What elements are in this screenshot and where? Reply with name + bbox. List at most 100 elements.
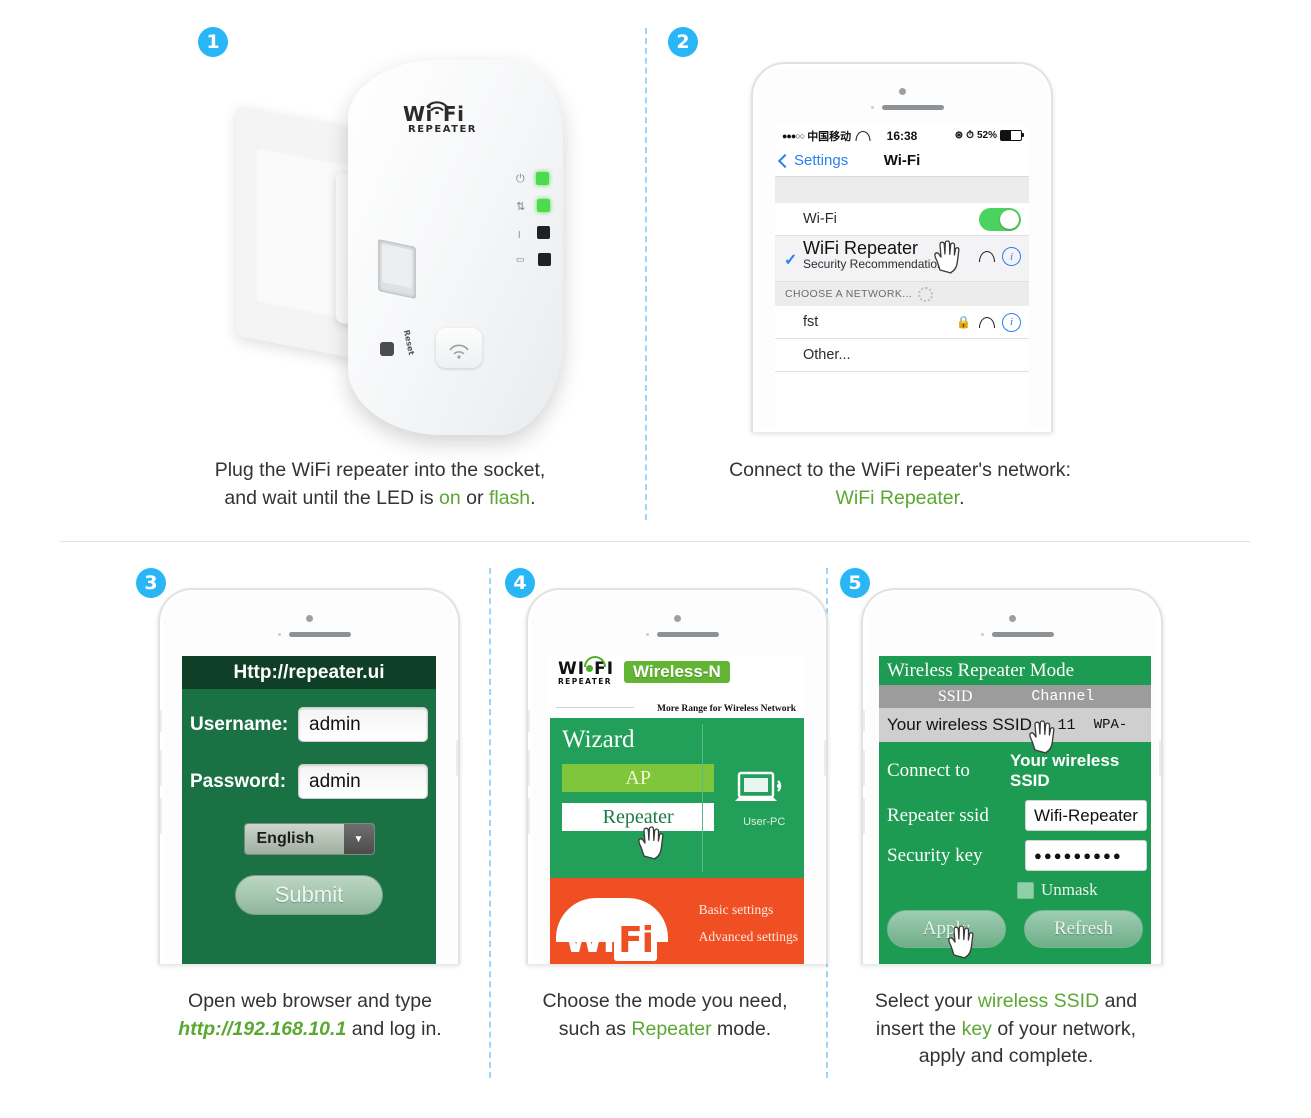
wizard-logo-wi: WI [558, 659, 586, 679]
username-label: Username: [190, 713, 289, 735]
device-brand-wifi: Wi Fi [403, 101, 464, 126]
caption-step-5-line-2: insert the key of your network, [836, 1016, 1176, 1044]
checkmark-icon: ✓ [784, 252, 798, 269]
network-row-fst[interactable]: fst 🔒 i [775, 306, 1029, 339]
caption-text-run: and [1099, 990, 1138, 1012]
network-wifi-icon [978, 251, 995, 262]
link-advanced-settings[interactable]: Advanced settings [699, 923, 798, 950]
connect-to-label: Connect to [887, 760, 970, 781]
wizard-logo-sub: REPEATER [558, 677, 612, 687]
mode-repeater-button[interactable]: Repeater [562, 803, 715, 831]
step-badge-5: 5 [840, 568, 870, 598]
alarm-icon: ⏱ [966, 130, 974, 141]
url-bar: Http://repeater.ui [182, 656, 436, 689]
choose-network-label: CHOOSE A NETWORK... [785, 288, 913, 300]
wifi-toggle-switch[interactable] [979, 207, 1021, 231]
caption-step-5-line-1: Select your wireless SSID and [836, 988, 1176, 1016]
big-wifi-fi: Fi [614, 920, 657, 961]
network-table-header: SSID Channel [879, 685, 1151, 708]
caption-text-run: on [439, 486, 461, 509]
lan-icon: ▭ [516, 254, 525, 264]
security-key-row: Security key ●●●●●●●●● [879, 840, 1151, 871]
repeater-mode-page: Wireless Repeater Mode SSID Channel Your… [879, 656, 1151, 964]
wifi-toggle-row[interactable]: Wi-Fi [775, 203, 1029, 236]
caption-step-3-line-2: http://192.168.10.1 and log in. [130, 1016, 490, 1044]
connect-to-value: Your wireless SSID [1010, 751, 1120, 790]
wizard-body: Wizard AP Repeater User-PC [550, 718, 804, 878]
info-icon[interactable]: i [1002, 247, 1021, 266]
ios-wifi-settings: ●●●○○ 中国移动 16:38 ⊛ ⏱ 52% Settings Wi-Fi … [775, 126, 1029, 432]
language-select[interactable]: English ▼ [243, 823, 375, 855]
apply-button-label: Apply [922, 918, 971, 939]
password-label: Password: [190, 770, 287, 792]
repeater-ssid-input[interactable]: Wifi-Repeater [1025, 800, 1147, 831]
led-power [536, 172, 549, 185]
phone-frame-step3: Http://repeater.ui Username: admin Passw… [158, 588, 460, 964]
caption-text-run: Repeater [631, 1017, 712, 1040]
ios-spacer [775, 177, 1029, 203]
connected-network-row[interactable]: ✓ WiFi Repeater Security Recommendation … [775, 236, 1029, 282]
wizard-links: Basic settings Advanced settings [699, 896, 798, 950]
apply-button[interactable]: Apply [887, 910, 1006, 959]
wizard-page: WI FI REPEATER Wireless-N More Range for … [550, 656, 804, 964]
battery-icon [1000, 130, 1024, 141]
info-icon-2[interactable]: i [1002, 312, 1021, 332]
divider-horizontal [60, 541, 1250, 542]
network-table-row[interactable]: Your wireless SSID 11 WPA- [879, 708, 1151, 754]
ios-nav-bar: Settings Wi-Fi [775, 145, 1029, 177]
caption-text-run: insert the [875, 1017, 962, 1040]
user-pc-label: User-PC [743, 815, 786, 828]
password-row: Password: admin [182, 764, 436, 799]
led-signal [537, 199, 550, 212]
battery-percent: 52% [976, 130, 997, 141]
unmask-row[interactable]: Unmask [1017, 880, 1151, 900]
caption-step-1-line-1: Plug the WiFi repeater into the socket, [150, 457, 610, 485]
connect-to-row: Connect to Your wireless SSID [879, 751, 1151, 791]
connected-network-name: WiFi Repeater [803, 238, 919, 258]
infographic-root: 1 Reset Wi Fi REPEATER ⏻ ⇅ ꞁ ▭ Plug the … [0, 0, 1311, 1118]
unmask-checkbox[interactable] [1017, 881, 1034, 899]
wps-icon: ꞁ [518, 228, 521, 238]
caption-text-run: and wait until the LED is [224, 486, 440, 509]
step-badge-4: 4 [505, 568, 535, 598]
user-pc-block: User-PC [724, 718, 804, 878]
caption-text-run: Open web browser and type [188, 990, 432, 1012]
loading-spinner-icon [918, 286, 934, 302]
caption-step-4: Choose the mode you need, such as Repeat… [500, 988, 830, 1043]
caption-step-2-line-2: WiFi Repeater. [660, 485, 1140, 513]
lock-icon: 🔒 [956, 315, 971, 329]
wizard-title: Wizard [562, 726, 635, 753]
network-row-other[interactable]: Other... [775, 339, 1029, 372]
phone-frame-step4: WI FI REPEATER Wireless-N More Range for … [526, 588, 828, 964]
mode-ap-button[interactable]: AP [562, 764, 715, 792]
phone-screen-step2: ●●●○○ 中国移动 16:38 ⊛ ⏱ 52% Settings Wi-Fi … [775, 126, 1029, 432]
caption-text-run: Connect to the WiFi repeater's network: [729, 459, 1071, 481]
big-wifi-wi: Wi [564, 920, 615, 961]
wifi-signal-icon [426, 101, 448, 114]
language-select-value: English [256, 830, 315, 847]
row-security: WPA- [1093, 717, 1128, 733]
refresh-button[interactable]: Refresh [1024, 910, 1143, 948]
security-key-input[interactable]: ●●●●●●●●● [1025, 840, 1147, 871]
connected-network-subtitle: Security Recommendation [803, 256, 944, 271]
submit-button[interactable]: Submit [235, 875, 383, 915]
divider-top-row [645, 28, 647, 520]
username-input[interactable]: admin [298, 707, 428, 742]
wps-button[interactable] [436, 328, 482, 368]
caption-text-run: . [530, 486, 536, 509]
step-badge-3: 3 [136, 568, 166, 598]
led-wps [537, 226, 550, 239]
wizard-header: WI FI REPEATER Wireless-N More Range for … [550, 656, 804, 718]
repeater-ssid-label: Repeater ssid [887, 804, 989, 826]
action-buttons: Apply Refresh [879, 900, 1151, 959]
caption-text-run: key [961, 1017, 992, 1040]
ios-status-bar: ●●●○○ 中国移动 16:38 ⊛ ⏱ 52% [775, 126, 1029, 145]
nav-title: Wi-Fi [883, 152, 921, 169]
phone-screen-step3: Http://repeater.ui Username: admin Passw… [182, 656, 436, 964]
phone-frame-step2: ●●●○○ 中国移动 16:38 ⊛ ⏱ 52% Settings Wi-Fi … [751, 62, 1053, 432]
password-input[interactable]: admin [298, 764, 428, 799]
caption-text-run: of your network, [991, 1017, 1137, 1040]
caption-text-run: Select your [874, 990, 978, 1012]
laptop-icon [735, 771, 782, 801]
link-basic-settings[interactable]: Basic settings [699, 896, 798, 923]
